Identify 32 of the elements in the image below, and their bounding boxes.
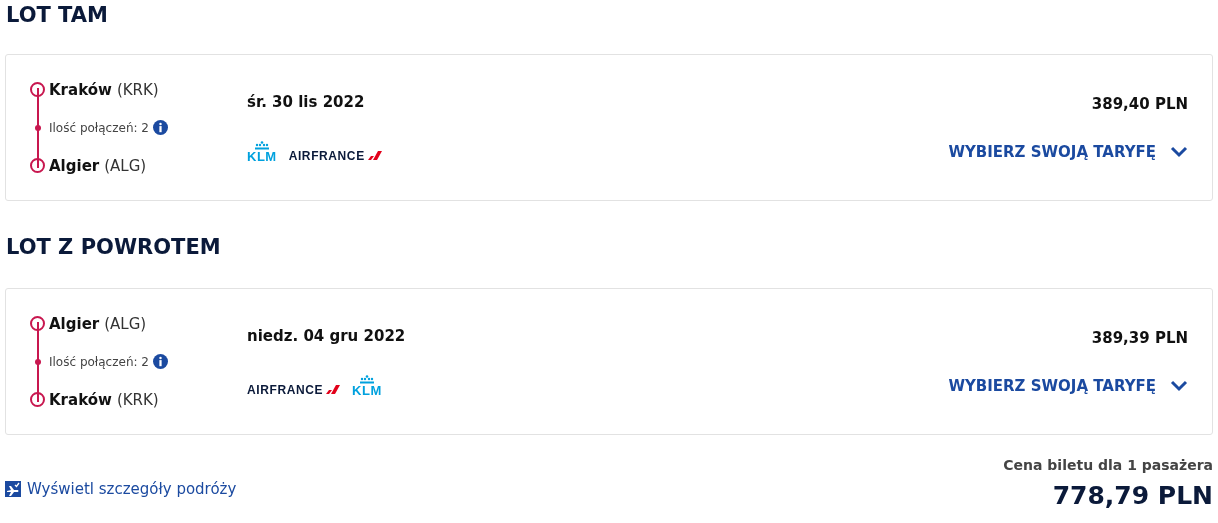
flight-price: 389,39 PLN — [1091, 328, 1188, 347]
airport-code: (ALG) — [104, 156, 147, 175]
city-name: Algier — [49, 314, 100, 333]
section-heading: LOT TAM — [5, 2, 109, 29]
airline-logo: KLM — [247, 149, 277, 163]
total-price: 778,79 PLN — [1052, 481, 1213, 510]
airline-logo: AIRFRANCE — [247, 382, 324, 397]
chevron-icon — [1170, 145, 1188, 158]
flight-date: śr. 30 lis 2022 — [247, 92, 366, 111]
trip-details-link[interactable]: Wyświetl szczegóły podróży — [27, 480, 237, 498]
connections-count: Ilość połączeń: 2 — [49, 120, 149, 135]
airline-logo: KLM — [352, 383, 382, 397]
price-label: Cena biletu dla 1 pasażera — [1003, 457, 1213, 473]
chevron-icon — [1170, 379, 1188, 392]
section-heading: LOT Z POWROTEM — [5, 234, 222, 261]
choose-fare-button[interactable]: WYBIERZ SWOJĄ TARYFĘ — [948, 376, 1188, 395]
flight-date: niedz. 04 gru 2022 — [247, 326, 407, 345]
connections-count: Ilość połączeń: 2 — [49, 354, 149, 369]
stripe-icon — [367, 151, 382, 160]
flight-price: 389,40 PLN — [1091, 94, 1188, 113]
info-icon[interactable] — [153, 120, 168, 135]
airport-code: (KRK) — [116, 390, 159, 409]
airline-logo: AIRFRANCE — [288, 148, 365, 163]
airport-code: (ALG) — [104, 314, 147, 333]
city-name: Kraków — [49, 390, 112, 409]
airport-code: (KRK) — [116, 80, 159, 99]
plane-icon — [5, 481, 21, 497]
info-icon[interactable] — [153, 354, 168, 369]
choose-fare-button[interactable]: WYBIERZ SWOJĄ TARYFĘ — [948, 142, 1188, 161]
stripe-icon — [326, 385, 341, 394]
city-name: Kraków — [49, 80, 112, 99]
city-name: Algier — [49, 156, 100, 175]
